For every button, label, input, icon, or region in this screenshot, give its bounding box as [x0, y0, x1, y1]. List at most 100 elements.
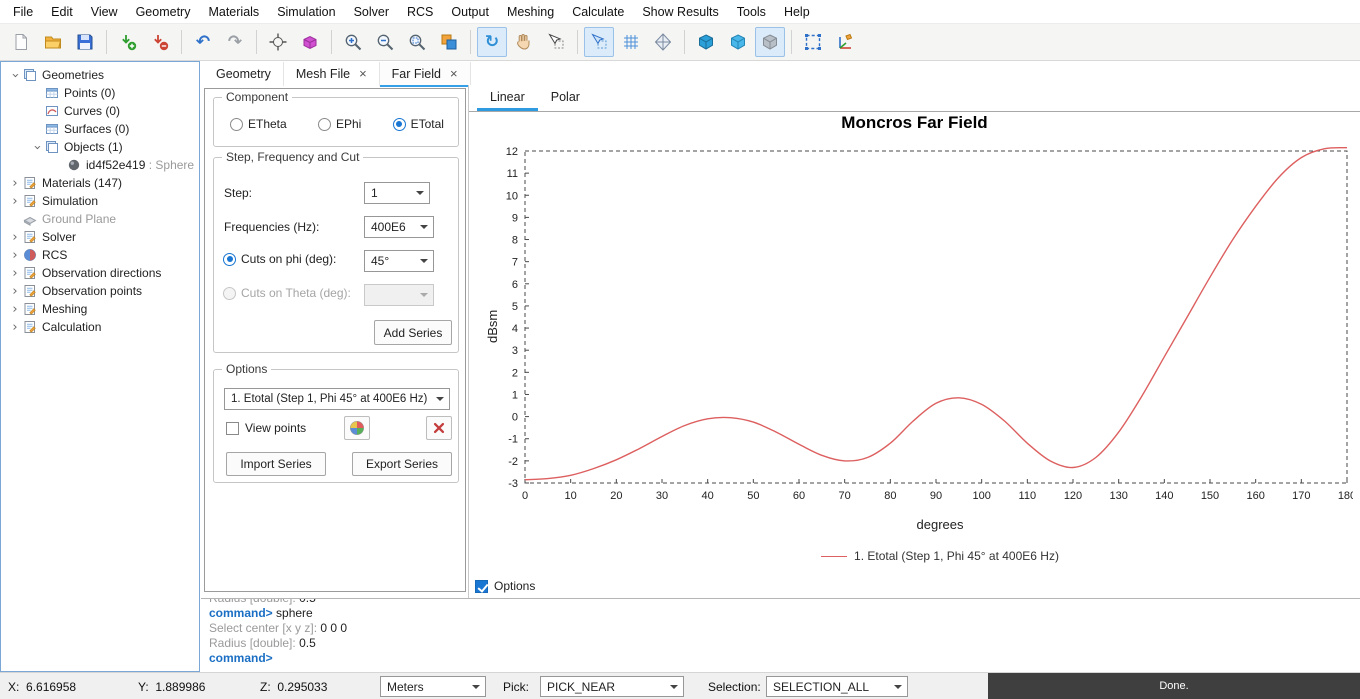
rotate-view-button[interactable]: ↻ [477, 27, 507, 57]
import-file-button[interactable] [113, 27, 143, 57]
tree-item-simulation[interactable]: ›Simulation [1, 192, 199, 210]
phi-cut-select[interactable]: 45° [364, 250, 434, 272]
series-color-button[interactable] [344, 416, 370, 440]
tree-item-meshing[interactable]: ›Meshing [1, 300, 199, 318]
tab-mesh-file[interactable]: Mesh File× [284, 62, 380, 87]
tab-far-field[interactable]: Far Field× [380, 62, 471, 87]
show-axes-button[interactable] [830, 27, 860, 57]
show-grid-button[interactable] [616, 27, 646, 57]
tree-item-observation-points[interactable]: ›Observation points [1, 282, 199, 300]
chevron-right-icon[interactable]: › [7, 321, 23, 334]
tree-item-solver[interactable]: ›Solver [1, 228, 199, 246]
zoom-out-button[interactable] [370, 27, 400, 57]
tree-item-points[interactable]: ›Points (0) [1, 84, 199, 102]
step-select[interactable]: 1 [364, 182, 430, 204]
import-series-button[interactable]: Import Series [226, 452, 326, 476]
menu-file[interactable]: File [4, 1, 42, 23]
view-points-checkbox-icon[interactable] [226, 422, 239, 435]
select-pointer-button[interactable] [541, 27, 571, 57]
menu-edit[interactable]: Edit [42, 1, 82, 23]
tree-item-observation-directions[interactable]: ›Observation directions [1, 264, 199, 282]
delete-series-button[interactable] [426, 416, 452, 440]
shaded-view-button[interactable] [723, 27, 753, 57]
new-file-button[interactable] [6, 27, 36, 57]
menu-geometry[interactable]: Geometry [127, 1, 200, 23]
select-area-button[interactable] [584, 27, 614, 57]
menu-view[interactable]: View [82, 1, 127, 23]
add-series-button[interactable]: Add Series [374, 320, 452, 345]
export-file-button[interactable] [145, 27, 175, 57]
chevron-right-icon[interactable]: › [7, 195, 23, 208]
menu-calculate[interactable]: Calculate [563, 1, 633, 23]
view-points-checkbox[interactable]: View points [226, 421, 306, 435]
tree-item-curves[interactable]: ›Curves (0) [1, 102, 199, 120]
radio-etotal[interactable]: ETotal [393, 117, 444, 131]
chevron-right-icon[interactable]: › [7, 231, 23, 244]
tree-item-objects[interactable]: › Objects (1) [1, 138, 199, 156]
zoom-in-button[interactable] [338, 27, 368, 57]
radio-etheta-icon[interactable] [230, 118, 243, 131]
tree-item-surfaces[interactable]: ›Surfaces (0) [1, 120, 199, 138]
menu-rcs[interactable]: RCS [398, 1, 442, 23]
menu-materials[interactable]: Materials [199, 1, 268, 23]
radio-cuts-on-phi-icon[interactable] [223, 253, 236, 266]
chevron-right-icon[interactable]: › [7, 303, 23, 316]
tab-close-icon[interactable]: × [359, 67, 367, 80]
radio-cuts-on-theta[interactable]: Cuts on Theta (deg): [223, 286, 351, 300]
tree-item-materials[interactable]: ›Materials (147) [1, 174, 199, 192]
redo-button[interactable]: ↷ [220, 27, 250, 57]
options-checkbox-icon[interactable] [475, 580, 488, 593]
zoom-window-button[interactable] [402, 27, 432, 57]
menu-show-results[interactable]: Show Results [633, 1, 727, 23]
radio-ephi-icon[interactable] [318, 118, 331, 131]
menu-solver[interactable]: Solver [345, 1, 398, 23]
open-file-button[interactable] [38, 27, 68, 57]
status-bar: X: 6.616958 Y: 1.889986 Z: 0.295033 Mete… [0, 672, 1360, 699]
selection-select[interactable]: SELECTION_ALL [766, 676, 908, 697]
fit-view-button[interactable] [263, 27, 293, 57]
tab-geometry[interactable]: Geometry [204, 62, 284, 87]
tree-item-calculation[interactable]: ›Calculation [1, 318, 199, 336]
pan-view-button[interactable] [509, 27, 539, 57]
tree-item-geometries[interactable]: ›Geometries [1, 66, 199, 84]
frequency-select[interactable]: 400E6 [364, 216, 434, 238]
wireframe-view-button[interactable] [648, 27, 678, 57]
background-color-button[interactable] [434, 27, 464, 57]
series-select[interactable]: 1. Etotal (Step 1, Phi 45° at 400E6 Hz) [224, 388, 450, 410]
tree-item-ground-plane[interactable]: ›Ground Plane [1, 210, 199, 228]
tab-close-icon[interactable]: × [450, 67, 458, 80]
menu-tools[interactable]: Tools [728, 1, 775, 23]
radio-etotal-icon[interactable] [393, 118, 406, 131]
menu-meshing[interactable]: Meshing [498, 1, 563, 23]
radio-cuts-on-theta-icon[interactable] [223, 287, 236, 300]
solid-view-button[interactable] [691, 27, 721, 57]
hidden-line-view-button[interactable] [755, 27, 785, 57]
tree-item-sphere-id4f52e419[interactable]: ›id4f52e419 : Sphere [1, 156, 199, 174]
units-select[interactable]: Meters [380, 676, 486, 697]
chevron-right-icon[interactable]: › [7, 177, 23, 190]
console-panel[interactable]: Radius [double]: 0.5command> sphereSelec… [201, 598, 1360, 672]
menu-simulation[interactable]: Simulation [268, 1, 344, 23]
radio-ephi[interactable]: EPhi [318, 117, 361, 131]
chevron-right-icon[interactable]: › [7, 285, 23, 298]
chevron-down-icon[interactable]: › [31, 139, 44, 155]
pick-select[interactable]: PICK_NEAR [540, 676, 684, 697]
move-object-button[interactable] [295, 27, 325, 57]
undo-button[interactable]: ↶ [188, 27, 218, 57]
chevron-right-icon[interactable]: › [7, 249, 23, 262]
chevron-right-icon[interactable]: › [7, 267, 23, 280]
chevron-down-icon[interactable]: › [9, 67, 22, 83]
layers-icon [45, 140, 60, 154]
tree-item-label: Objects (1) [64, 140, 123, 154]
export-series-button[interactable]: Export Series [352, 452, 452, 476]
results-tab-polar[interactable]: Polar [538, 85, 593, 111]
tree-item-rcs[interactable]: ›RCS [1, 246, 199, 264]
radio-cuts-on-phi[interactable]: Cuts on phi (deg): [223, 252, 336, 266]
menu-output[interactable]: Output [442, 1, 498, 23]
menu-help[interactable]: Help [775, 1, 819, 23]
radio-etheta[interactable]: ETheta [230, 117, 287, 131]
options-toggle[interactable]: Options [475, 579, 535, 593]
results-tab-linear[interactable]: Linear [477, 85, 538, 111]
save-file-button[interactable] [70, 27, 100, 57]
selection-box-button[interactable] [798, 27, 828, 57]
